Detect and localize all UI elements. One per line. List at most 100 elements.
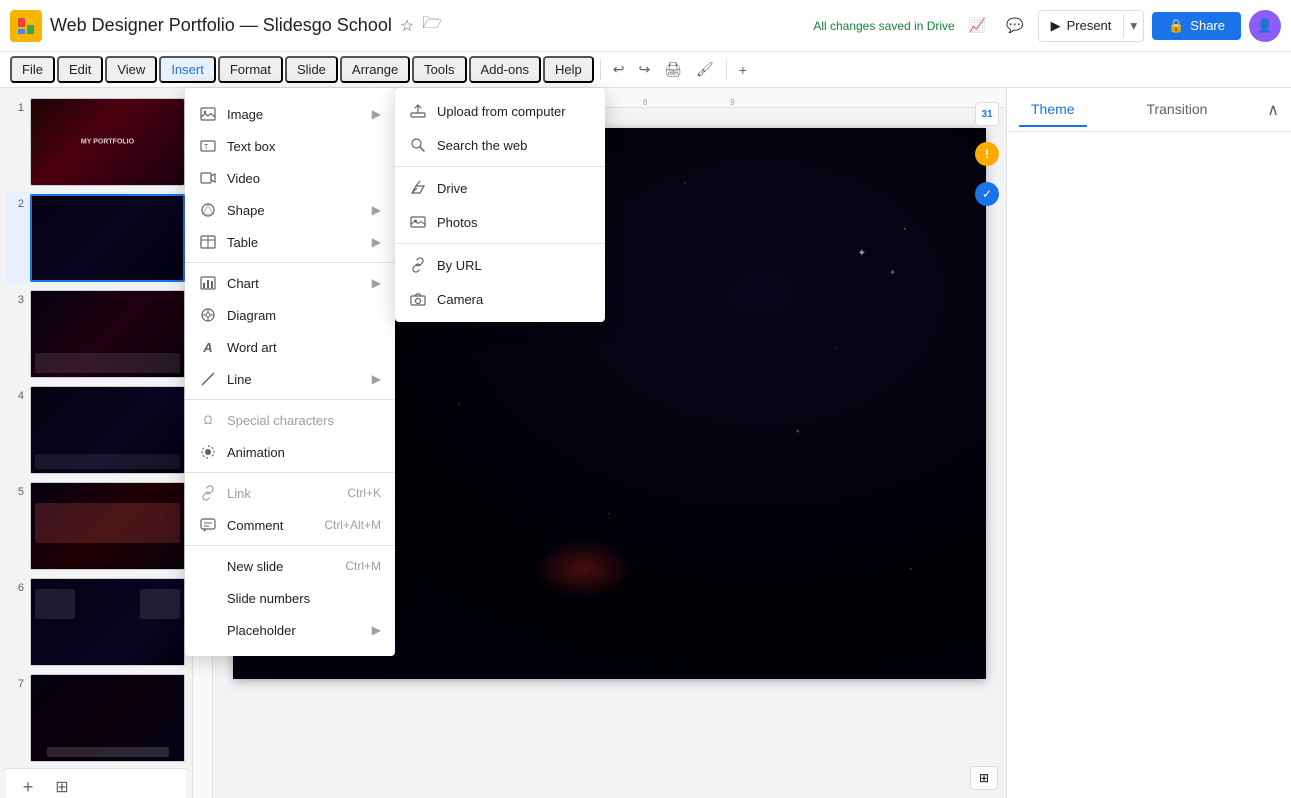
- warning-side-icon[interactable]: !: [973, 140, 1001, 168]
- menu-view[interactable]: View: [105, 56, 157, 83]
- comment-label: Comment: [227, 518, 314, 533]
- table-label: Table: [227, 235, 362, 250]
- undo-button[interactable]: ↩: [607, 57, 631, 82]
- chart-icon: [199, 274, 217, 292]
- print-button[interactable]: 🖨: [658, 57, 688, 82]
- slide-thumb-2[interactable]: 2: [6, 192, 186, 284]
- slide-thumb-4[interactable]: 4: [6, 384, 186, 476]
- menu-format[interactable]: Format: [218, 56, 283, 83]
- analytics-button[interactable]: 📈: [963, 13, 992, 38]
- slide-thumb-3[interactable]: 3: [6, 288, 186, 380]
- animation-icon: [199, 443, 217, 461]
- table-icon: [199, 233, 217, 251]
- menu-item-new-slide[interactable]: New slide Ctrl+M: [185, 550, 395, 582]
- slide-numbers-icon: [199, 589, 217, 607]
- google-calendar-side-icon[interactable]: 31: [973, 100, 1001, 128]
- search-web-label: Search the web: [437, 138, 527, 153]
- slide-thumb-5[interactable]: 5: [6, 480, 186, 572]
- slide-thumb-6[interactable]: 6: [6, 576, 186, 668]
- submenu-camera[interactable]: Camera: [395, 282, 605, 316]
- chart-label: Chart: [227, 276, 362, 291]
- add-slide-button[interactable]: +: [14, 773, 42, 798]
- user-avatar[interactable]: 👤: [1249, 10, 1281, 42]
- submenu-upload-computer[interactable]: Upload from computer: [395, 94, 605, 128]
- present-main-button[interactable]: ▶ Present: [1039, 14, 1124, 38]
- menu-insert[interactable]: Insert: [159, 56, 216, 83]
- placeholder-label: Placeholder: [227, 623, 362, 638]
- menu-item-image[interactable]: Image ▶: [185, 98, 395, 130]
- submenu-drive[interactable]: Drive: [395, 171, 605, 205]
- submenu-divider-1: [395, 166, 605, 167]
- add-button[interactable]: +: [733, 58, 753, 82]
- right-panel-tabs: Theme Transition ∧: [1007, 88, 1291, 132]
- menu-slide[interactable]: Slide: [285, 56, 338, 83]
- line-icon: [199, 370, 217, 388]
- toolbar-divider-1: [600, 60, 601, 80]
- comment-icon: [199, 516, 217, 534]
- slide-thumb-7[interactable]: 7: [6, 672, 186, 764]
- menu-file[interactable]: File: [10, 56, 55, 83]
- doc-title: Web Designer Portfolio — Slidesgo School…: [50, 10, 805, 41]
- menu-item-text-box[interactable]: T Text box: [185, 130, 395, 162]
- present-dropdown-button[interactable]: ▾: [1123, 14, 1143, 38]
- special-chars-label: Special characters: [227, 413, 381, 428]
- check-side-icon[interactable]: ✓: [973, 180, 1001, 208]
- menu-addons[interactable]: Add-ons: [469, 56, 541, 83]
- submenu-by-url[interactable]: By URL: [395, 248, 605, 282]
- slide-img-7: [30, 674, 185, 762]
- folder-button[interactable]: 🗁: [420, 10, 444, 41]
- slide-panel: 1 MY PORTFOLIO 2 3 4: [0, 88, 193, 798]
- doc-title-text[interactable]: Web Designer Portfolio — Slidesgo School: [50, 15, 392, 36]
- redo-button[interactable]: ↪: [632, 57, 656, 82]
- menu-item-table[interactable]: Table ▶: [185, 226, 395, 258]
- camera-icon: [409, 290, 427, 308]
- tab-theme[interactable]: Theme: [1019, 93, 1087, 127]
- menu-edit[interactable]: Edit: [57, 56, 103, 83]
- collapse-panel-button[interactable]: ∧: [1267, 100, 1279, 120]
- zoom-fit-button[interactable]: ⊞: [970, 766, 998, 790]
- menu-item-diagram[interactable]: Diagram: [185, 299, 395, 331]
- link-shortcut: Ctrl+K: [347, 486, 381, 500]
- share-button[interactable]: 🔒 Share: [1152, 12, 1241, 40]
- menu-help[interactable]: Help: [543, 56, 594, 83]
- slide-num-6: 6: [8, 582, 24, 594]
- video-icon: [199, 169, 217, 187]
- menu-item-animation[interactable]: Animation: [185, 436, 395, 468]
- right-panel-content: [1007, 132, 1291, 798]
- submenu-search-web[interactable]: Search the web: [395, 128, 605, 162]
- comments-button[interactable]: 💬: [1000, 13, 1029, 38]
- submenu-divider-2: [395, 243, 605, 244]
- menu-item-placeholder[interactable]: Placeholder ▶: [185, 614, 395, 646]
- paint-format-button[interactable]: 🖌: [690, 57, 720, 82]
- menu-arrange[interactable]: Arrange: [340, 56, 410, 83]
- slide-numbers-label: Slide numbers: [227, 591, 381, 606]
- menu-item-shape[interactable]: Shape ▶: [185, 194, 395, 226]
- slide-num-2: 2: [8, 198, 24, 210]
- menu-item-slide-numbers[interactable]: Slide numbers: [185, 582, 395, 614]
- photos-label: Photos: [437, 215, 477, 230]
- link-icon: [199, 484, 217, 502]
- grid-view-button[interactable]: ⊞: [48, 773, 76, 798]
- table-arrow: ▶: [372, 235, 381, 249]
- share-label: Share: [1190, 18, 1225, 33]
- slide-num-5: 5: [8, 486, 24, 498]
- video-label: Video: [227, 171, 381, 186]
- menu-tools[interactable]: Tools: [412, 56, 466, 83]
- menu-item-word-art[interactable]: A Word art: [185, 331, 395, 363]
- menu-item-chart[interactable]: Chart ▶: [185, 267, 395, 299]
- menu-item-line[interactable]: Line ▶: [185, 363, 395, 395]
- menu-group-2: Chart ▶ Diagram A Word art Line ▶: [185, 263, 395, 400]
- submenu-photos[interactable]: Photos: [395, 205, 605, 239]
- tab-transition[interactable]: Transition: [1134, 93, 1219, 127]
- slide-img-2: [30, 194, 185, 282]
- slide-num-7: 7: [8, 678, 24, 690]
- slide-thumb-1[interactable]: 1 MY PORTFOLIO: [6, 96, 186, 188]
- menu-item-video[interactable]: Video: [185, 162, 395, 194]
- new-slide-icon: [199, 557, 217, 575]
- present-label: Present: [1067, 18, 1112, 33]
- diagram-label: Diagram: [227, 308, 381, 323]
- menu-item-comment[interactable]: Comment Ctrl+Alt+M: [185, 509, 395, 541]
- menu-group-3: Ω Special characters Animation: [185, 400, 395, 473]
- new-slide-label: New slide: [227, 559, 335, 574]
- star-button[interactable]: ☆: [398, 10, 416, 41]
